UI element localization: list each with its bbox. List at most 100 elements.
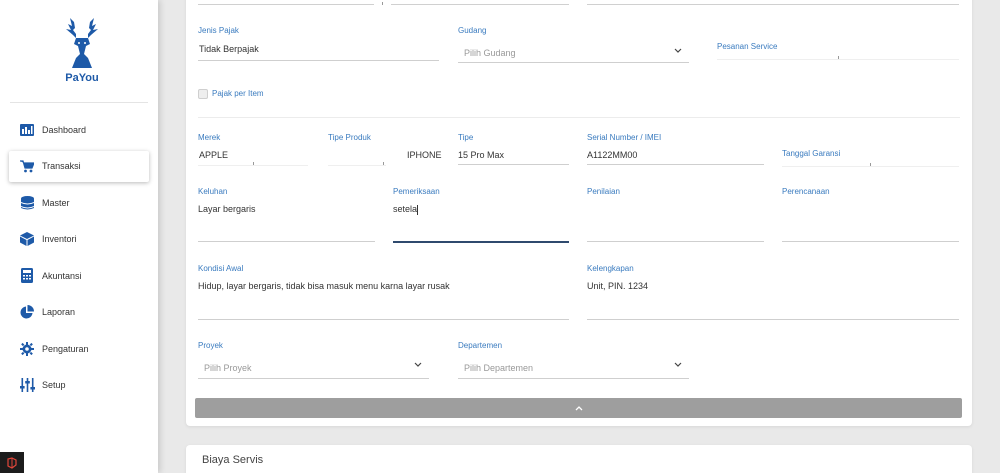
biaya-servis-title: Biaya Servis xyxy=(202,454,264,466)
merek-underline xyxy=(198,165,308,166)
tipe-field[interactable]: Tipe 15 Pro Max xyxy=(458,133,569,167)
tipe-produk-value: IPHONE xyxy=(407,150,442,160)
sidebar-item-label: Dashboard xyxy=(42,125,87,136)
pesanan-service-label: Pesanan Service xyxy=(717,42,778,51)
keluhan-textarea[interactable]: Keluhan Layar bergaris xyxy=(198,187,375,243)
gudang-underline xyxy=(458,62,689,63)
jenis-pajak-underline xyxy=(198,60,439,61)
sidebar-item-pengaturan[interactable]: Pengaturan xyxy=(0,331,158,368)
kelengkapan-value: Unit, PIN. 1234 xyxy=(587,281,649,291)
departemen-underline xyxy=(458,378,689,379)
penilaian-textarea[interactable]: Penilaian xyxy=(587,187,764,243)
tanggal-garansi-field[interactable]: Tanggal Garansi xyxy=(782,149,959,167)
sidebar-item-setup[interactable]: Setup xyxy=(0,367,158,404)
sidebar-item-label: Setup xyxy=(42,380,66,391)
jenis-pajak-label: Jenis Pajak xyxy=(198,26,239,35)
dashboard-icon xyxy=(19,122,35,138)
chevron-up-icon xyxy=(575,406,582,411)
sidebar-item-dashboard[interactable]: Dashboard xyxy=(0,112,158,149)
pemeriksaan-value: setela xyxy=(393,204,418,214)
tipe-produk-field[interactable]: Tipe Produk IPHONE xyxy=(328,133,442,167)
pesanan-service-field[interactable]: Pesanan Service xyxy=(717,42,959,60)
serial-number-underline xyxy=(587,164,764,165)
chevron-down-icon xyxy=(674,48,682,53)
keluhan-label: Keluhan xyxy=(198,187,228,196)
kondisi-awal-label: Kondisi Awal xyxy=(198,264,244,273)
logo-text: PaYou xyxy=(52,72,112,84)
kondisi-awal-value: Hidup, layar bergaris, tidak bisa masuk … xyxy=(198,281,450,291)
sidebar-item-label: Master xyxy=(42,197,70,208)
sidebar-item-transaksi[interactable]: Transaksi xyxy=(9,150,149,182)
pajak-per-item-checkbox[interactable] xyxy=(198,89,208,99)
payou-logo[interactable]: PaYou xyxy=(52,16,112,92)
collapse-section-button[interactable] xyxy=(195,398,962,418)
keluhan-underline xyxy=(198,241,375,242)
sidebar-item-laporan[interactable]: Laporan xyxy=(0,294,158,331)
box-icon xyxy=(19,231,35,247)
deer-logo-icon xyxy=(66,18,98,68)
logo-text-pa: Pa xyxy=(65,72,79,84)
serial-number-field[interactable]: Serial Number / IMEI A1122MM00 xyxy=(587,133,764,167)
penilaian-underline xyxy=(587,241,764,242)
gudang-select[interactable]: Gudang Pilih Gudang xyxy=(458,26,689,64)
sidebar-nav: Dashboard Transaksi Master Inventori Aku… xyxy=(0,112,158,404)
pemeriksaan-textarea[interactable]: Pemeriksaan setela xyxy=(393,187,569,244)
serial-number-value: A1122MM00 xyxy=(587,150,638,160)
proyek-underline xyxy=(198,378,429,379)
kelengkapan-textarea[interactable]: Kelengkapan Unit, PIN. 1234 xyxy=(587,264,959,320)
pajak-per-item-label[interactable]: Pajak per Item xyxy=(212,89,264,98)
previous-field-underline xyxy=(587,4,959,5)
calculator-icon xyxy=(19,268,35,284)
sidebar-item-label: Inventori xyxy=(42,234,77,245)
sidebar-item-label: Transaksi xyxy=(42,161,81,171)
chevron-down-icon xyxy=(674,362,682,367)
tipe-produk-label: Tipe Produk xyxy=(328,133,371,142)
perencanaan-label: Perencanaan xyxy=(782,187,830,196)
proyek-placeholder: Pilih Proyek xyxy=(204,363,252,373)
tipe-underline xyxy=(458,164,569,165)
departemen-select[interactable]: Departemen Pilih Departemen xyxy=(458,341,689,379)
pemeriksaan-label: Pemeriksaan xyxy=(393,187,440,196)
logo-text-you: You xyxy=(78,72,99,84)
biaya-servis-card: Biaya Servis xyxy=(186,445,972,473)
kelengkapan-underline xyxy=(587,319,959,320)
merek-value: APPLE xyxy=(199,150,229,160)
departemen-label: Departemen xyxy=(458,341,503,350)
kelengkapan-label: Kelengkapan xyxy=(587,264,634,273)
pesanan-service-underline xyxy=(717,59,959,60)
sidebar-item-label: Pengaturan xyxy=(42,343,89,354)
text-cursor xyxy=(417,204,419,215)
previous-field-tick xyxy=(382,2,383,5)
kondisi-awal-underline xyxy=(198,319,569,320)
sidebar-item-master[interactable]: Master xyxy=(0,185,158,222)
sliders-icon xyxy=(19,377,35,393)
previous-field-underline xyxy=(391,4,569,5)
perencanaan-underline xyxy=(782,241,959,242)
perencanaan-textarea[interactable]: Perencanaan xyxy=(782,187,959,243)
sidebar-divider xyxy=(10,102,148,103)
proyek-select[interactable]: Proyek Pilih Proyek xyxy=(198,341,429,379)
tanggal-garansi-label: Tanggal Garansi xyxy=(782,149,841,158)
laravel-debug-icon[interactable] xyxy=(0,452,24,473)
departemen-placeholder: Pilih Departemen xyxy=(464,363,534,373)
proyek-label: Proyek xyxy=(198,341,223,350)
cart-icon xyxy=(19,158,35,174)
database-icon xyxy=(19,195,35,211)
penilaian-label: Penilaian xyxy=(587,187,620,196)
tipe-value: 15 Pro Max xyxy=(458,150,505,160)
sidebar-item-akuntansi[interactable]: Akuntansi xyxy=(0,258,158,295)
kondisi-awal-textarea[interactable]: Kondisi Awal Hidup, layar bergaris, tida… xyxy=(198,264,569,320)
pie-chart-icon xyxy=(19,304,35,320)
tipe-label: Tipe xyxy=(458,133,474,142)
jenis-pajak-field[interactable]: Jenis Pajak Tidak Berpajak xyxy=(198,26,439,62)
gudang-label: Gudang xyxy=(458,26,487,35)
keluhan-value: Layar bergaris xyxy=(198,204,256,214)
merek-field[interactable]: Merek APPLE xyxy=(198,133,308,167)
pemeriksaan-underline-focused xyxy=(393,241,569,243)
section-divider xyxy=(198,117,960,118)
jenis-pajak-value: Tidak Berpajak xyxy=(199,44,259,54)
tipe-produk-underline xyxy=(328,165,386,166)
gear-icon xyxy=(19,341,35,357)
sidebar-item-label: Laporan xyxy=(42,307,76,318)
sidebar-item-inventori[interactable]: Inventori xyxy=(0,221,158,258)
